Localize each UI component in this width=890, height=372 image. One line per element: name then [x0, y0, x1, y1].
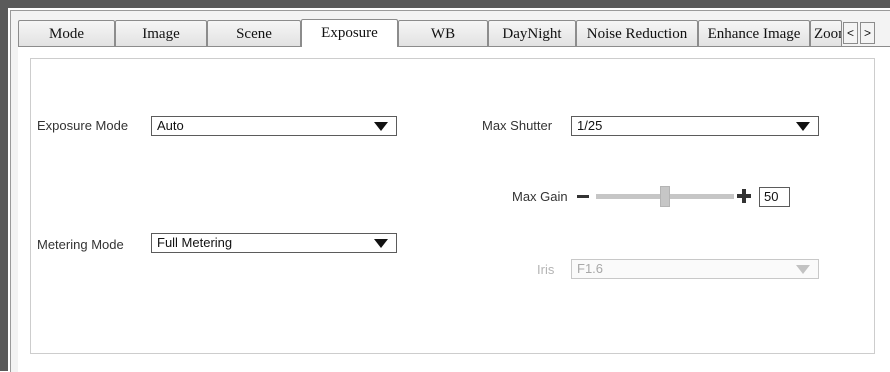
tab-zoom[interactable]: Zoom	[810, 20, 842, 46]
tab-scene[interactable]: Scene	[207, 20, 301, 46]
max-gain-label: Max Gain	[512, 189, 568, 204]
exposure-mode-label: Exposure Mode	[37, 118, 129, 133]
plus-icon[interactable]	[737, 189, 751, 203]
tab-noise-reduction[interactable]: Noise Reduction	[576, 20, 698, 46]
tab-image[interactable]: Image	[115, 20, 207, 46]
max-shutter-label: Max Shutter	[482, 118, 553, 133]
max-gain-slider-thumb[interactable]	[660, 186, 670, 207]
exposure-settings-group	[30, 58, 875, 354]
tab-scroll-left-button[interactable]: <	[843, 22, 858, 44]
window-left-border	[0, 0, 8, 371]
exposure-mode-value: Auto	[157, 118, 184, 133]
tab-scroll-right-button[interactable]: >	[860, 22, 875, 44]
max-shutter-value: 1/25	[577, 118, 603, 133]
window-frame: Mode Image Scene Exposure WB DayNight No…	[0, 0, 890, 372]
triangle-down-icon	[374, 239, 388, 248]
triangle-down-icon	[796, 122, 810, 131]
iris-label: Iris	[537, 262, 555, 277]
metering-mode-label: Metering Mode	[37, 237, 124, 252]
triangle-down-icon	[374, 122, 388, 131]
tab-wb[interactable]: WB	[398, 20, 488, 46]
minus-icon[interactable]	[577, 195, 589, 198]
max-shutter-select[interactable]: 1/25	[571, 116, 819, 136]
iris-value: F1.6	[577, 261, 604, 276]
tab-daynight[interactable]: DayNight	[488, 20, 576, 46]
tab-bar: Mode Image Scene Exposure WB DayNight No…	[18, 18, 890, 47]
tab-mode[interactable]: Mode	[18, 20, 115, 46]
window-top-border	[0, 0, 890, 8]
iris-select: F1.6	[571, 259, 819, 279]
triangle-down-icon	[796, 265, 810, 274]
tab-enhance-image[interactable]: Enhance Image	[698, 20, 810, 46]
max-gain-value-input[interactable]: 50	[759, 187, 790, 207]
metering-mode-value: Full Metering	[157, 235, 233, 250]
metering-mode-select[interactable]: Full Metering	[151, 233, 397, 253]
tab-exposure[interactable]: Exposure	[301, 19, 398, 47]
exposure-mode-select[interactable]: Auto	[151, 116, 397, 136]
